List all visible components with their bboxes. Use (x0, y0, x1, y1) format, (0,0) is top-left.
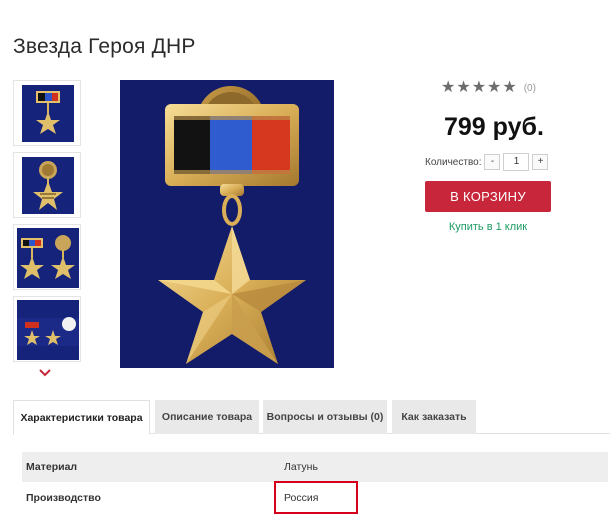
star-icon: ★ (502, 79, 517, 96)
thumbnail-medal-front[interactable] (13, 80, 81, 146)
spec-key: Материал (26, 461, 78, 473)
spec-row-material: Материал Латунь (22, 452, 608, 482)
thumbnail-medal-back[interactable] (13, 152, 81, 218)
quantity-input[interactable]: 1 (503, 153, 530, 171)
tab-questions-reviews[interactable]: Вопросы и отзывы (0) (263, 400, 387, 434)
buy-one-click-link[interactable]: Купить в 1 клик (425, 221, 551, 233)
tab-characteristics[interactable]: Характеристики товара (13, 400, 150, 435)
star-icon: ★ (456, 79, 471, 96)
spec-value: Латунь (284, 461, 318, 473)
product-title: Звезда Героя ДНР (13, 35, 196, 58)
product-tabs: Характеристики товара Описание товара Во… (13, 400, 610, 435)
thumbnail-medal-box[interactable] (13, 296, 81, 362)
add-to-cart-button[interactable]: В КОРЗИНУ (425, 181, 551, 212)
star-icon: ★ (487, 79, 502, 96)
tab-how-to-order[interactable]: Как заказать (392, 400, 476, 434)
thumbnail-medal-pair[interactable] (13, 224, 81, 290)
quantity-stepper: Количество: - 1 + (425, 153, 549, 171)
product-price: 799 руб. (444, 113, 544, 141)
tab-description[interactable]: Описание товара (155, 400, 259, 434)
quantity-label: Количество: (425, 156, 482, 168)
star-icon: ★ (471, 79, 487, 96)
product-main-image[interactable] (120, 80, 334, 368)
quantity-decrease-button[interactable]: - (484, 154, 501, 170)
review-count[interactable]: (0) (524, 83, 536, 94)
highlight-box (274, 481, 358, 514)
spec-key: Производство (26, 492, 101, 504)
thumbnails-scroll-down-chevron-icon[interactable] (38, 366, 52, 378)
quantity-increase-button[interactable]: + (532, 154, 549, 170)
rating-stars[interactable]: ★ ★ ★ ★ ★ (0) (441, 80, 536, 96)
star-icon: ★ (441, 79, 456, 96)
